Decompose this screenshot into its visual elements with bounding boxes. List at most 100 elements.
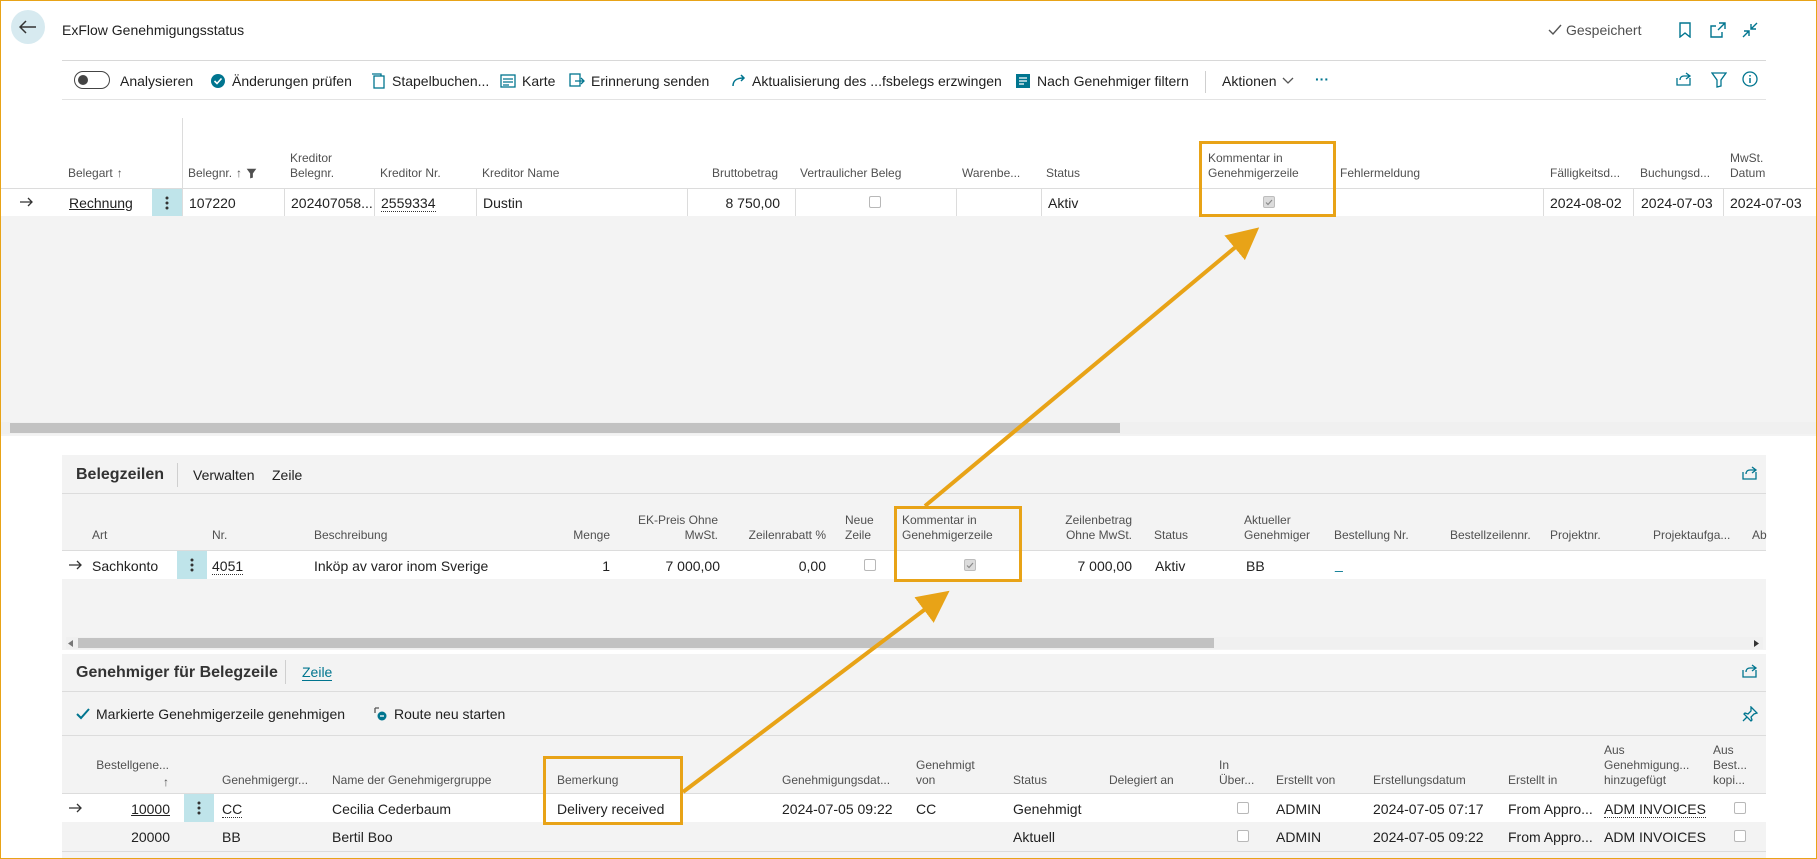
filter-by-approver-button[interactable]: Nach Genehmiger filtern: [1015, 73, 1189, 89]
lines-col-order-line-no[interactable]: Bestellzeilennr.: [1450, 528, 1531, 543]
created-date-value: 2024-07-05 09:22: [1373, 829, 1484, 845]
collapse-button[interactable]: [1742, 22, 1758, 38]
vendor-no-value[interactable]: 2559334: [381, 195, 436, 212]
group-value[interactable]: CC: [222, 801, 243, 818]
lines-col-line-amount[interactable]: Zeilenbetrag Ohne MwSt.: [1040, 513, 1132, 543]
added-from-value[interactable]: ADM INVOICES: [1604, 801, 1706, 818]
checkmark-icon: [966, 562, 974, 568]
table-row[interactable]: Sachkonto 4051 Inköp av varor inom Sveri…: [62, 551, 1766, 579]
force-update-button[interactable]: Aktualisierung des ...fsbelegs erzwingen: [732, 73, 1002, 89]
lines-col-description[interactable]: Beschreibung: [314, 528, 387, 543]
send-reminder-button[interactable]: Erinnerung senden: [569, 73, 709, 89]
lines-col-current-approver[interactable]: Aktueller Genehmiger: [1244, 513, 1318, 543]
restart-route-button[interactable]: Route neu starten: [372, 706, 505, 722]
comment-checkbox[interactable]: [1263, 196, 1275, 208]
lines-col-no[interactable]: Nr.: [212, 528, 227, 543]
open-new-window-button[interactable]: [1710, 22, 1726, 38]
col-doc-no[interactable]: Belegnr. ↑: [188, 166, 257, 181]
bookmark-button[interactable]: [1679, 22, 1691, 38]
created-in-value: From Appro...: [1508, 801, 1593, 817]
line-no-value[interactable]: 4051: [212, 558, 244, 575]
line-menu-button[interactable]: [177, 551, 207, 579]
col-goods-receipt[interactable]: Warenbe...: [962, 166, 1020, 181]
lines-col-status[interactable]: Status: [1154, 528, 1188, 543]
table-row[interactable]: 20000 BB Bertil Boo Aktuell ADMIN 2024-0…: [62, 823, 1766, 851]
order-line-value[interactable]: 10000: [122, 801, 170, 817]
appr-col-approval-date[interactable]: Genehmigungsdat...: [782, 773, 890, 788]
line-comment-checkbox[interactable]: [964, 559, 976, 571]
lines-col-comment[interactable]: Kommentar in Genehmigerzeile: [902, 513, 1012, 543]
appr-col-approved-by[interactable]: Genehmigt von: [916, 758, 980, 788]
col-comment[interactable]: Kommentar in Genehmigerzeile: [1208, 151, 1318, 181]
col-doc-type[interactable]: Belegart ↑: [68, 166, 123, 181]
cell-separator: [1041, 189, 1042, 216]
appr-col-created-in[interactable]: Erstellt in: [1508, 773, 1557, 788]
appr-col-added-from[interactable]: Aus Genehmigung... hinzugefügt: [1604, 743, 1698, 788]
lines-share-button[interactable]: [1742, 466, 1758, 480]
check-changes-button[interactable]: Änderungen prüfen: [210, 73, 352, 89]
col-vendor-name[interactable]: Kreditor Name: [482, 166, 559, 181]
actions-menu-button[interactable]: Aktionen: [1222, 73, 1294, 89]
lines-col-new-line[interactable]: Neue Zeile: [845, 513, 881, 543]
lines-col-line-discount[interactable]: Zeilenrabatt %: [740, 528, 826, 543]
appr-col-copied-from[interactable]: Aus Best... kopi...: [1713, 743, 1759, 788]
info-button[interactable]: [1742, 71, 1758, 87]
lines-col-quantity[interactable]: Menge: [560, 528, 610, 543]
appr-col-group[interactable]: Genehmigergr...: [222, 773, 308, 788]
col-posting-date[interactable]: Buchungsd...: [1640, 166, 1710, 181]
approver-row-menu-button[interactable]: [184, 794, 214, 822]
appr-col-created-by[interactable]: Erstellt von: [1276, 773, 1335, 788]
col-vendor-no[interactable]: Kreditor Nr.: [380, 166, 441, 181]
appr-col-status[interactable]: Status: [1013, 773, 1047, 788]
lines-col-unit-price[interactable]: EK-Preis Ohne MwSt.: [630, 513, 718, 543]
lines-col-type[interactable]: Art: [92, 528, 107, 543]
col-vendor-doc-no[interactable]: Kreditor Belegnr.: [290, 151, 370, 181]
share-button[interactable]: [1676, 72, 1692, 86]
filter-button[interactable]: [1711, 72, 1727, 88]
col-vat-date[interactable]: MwSt. Datum: [1730, 151, 1790, 181]
col-error[interactable]: Fehlermeldung: [1340, 166, 1420, 181]
lines-col-project-no[interactable]: Projektnr.: [1550, 528, 1601, 543]
in-review-checkbox[interactable]: [1237, 830, 1249, 842]
main-list-scrollbar[interactable]: [0, 422, 1817, 434]
analyze-toggle[interactable]: [74, 71, 110, 89]
back-button[interactable]: [11, 10, 45, 44]
batch-post-button[interactable]: Stapelbuchen...: [370, 73, 489, 89]
tab-manage[interactable]: Verwalten: [193, 467, 254, 483]
pin-button[interactable]: [1742, 706, 1758, 722]
lines-col-project-task[interactable]: Projektaufga...: [1653, 528, 1730, 543]
lines-col-extra[interactable]: Ab: [1752, 528, 1767, 543]
col-due-date[interactable]: Fälligkeitsd...: [1550, 166, 1620, 181]
table-row[interactable]: Rechnung 107220 202407058... 2559334 Dus…: [0, 189, 1817, 216]
tab-approver-line[interactable]: Zeile: [302, 664, 333, 681]
appr-col-created-date[interactable]: Erstellungsdatum: [1373, 773, 1466, 788]
col-gross-amount[interactable]: Bruttobetrag: [700, 166, 778, 181]
copied-from-checkbox[interactable]: [1734, 802, 1746, 814]
table-row[interactable]: 10000 CC Cecilia Cederbaum Delivery rece…: [62, 794, 1766, 822]
more-options-button[interactable]: ···: [1315, 71, 1329, 87]
tab-line[interactable]: Zeile: [272, 467, 302, 483]
line-order-no-value[interactable]: _: [1335, 556, 1343, 572]
card-button[interactable]: Karte: [500, 73, 555, 89]
copied-from-checkbox[interactable]: [1734, 830, 1746, 842]
appr-col-delegated-to[interactable]: Delegiert an: [1109, 773, 1174, 788]
appr-col-order-line[interactable]: Bestellgene... ↑: [93, 758, 169, 790]
in-review-checkbox[interactable]: [1237, 802, 1249, 814]
col-confidential[interactable]: Vertraulicher Beleg: [800, 166, 901, 181]
approvers-share-button[interactable]: [1742, 664, 1758, 678]
new-line-checkbox[interactable]: [864, 559, 876, 571]
confidential-checkbox[interactable]: [869, 196, 881, 208]
approve-marked-line-button[interactable]: Markierte Genehmigerzeile genehmigen: [76, 706, 345, 722]
scrollbar-thumb[interactable]: [78, 638, 1214, 648]
appr-col-in-review[interactable]: In Über...: [1219, 758, 1259, 788]
lines-col-order-no[interactable]: Bestellung Nr.: [1334, 528, 1409, 543]
appr-col-group-name[interactable]: Name der Genehmigergruppe: [332, 773, 491, 788]
approvers-panel-divider: [62, 691, 1766, 692]
lines-scrollbar[interactable]: [66, 637, 1763, 649]
cell-separator: [374, 189, 375, 216]
scrollbar-thumb[interactable]: [10, 423, 1120, 433]
appr-col-remark[interactable]: Bemerkung: [557, 773, 618, 788]
row-menu-button[interactable]: [152, 189, 182, 216]
col-status[interactable]: Status: [1046, 166, 1080, 181]
doc-type-value[interactable]: Rechnung: [69, 195, 133, 211]
